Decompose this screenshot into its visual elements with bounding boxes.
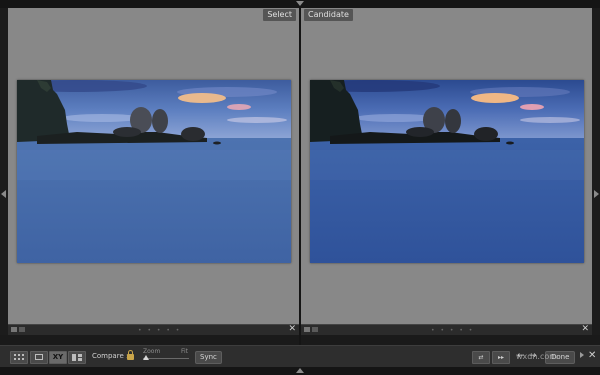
select-label: Select <box>263 9 296 21</box>
top-panel-toggle-icon[interactable] <box>296 1 304 6</box>
candidate-pane[interactable]: Candidate • • • • • ✕ <box>301 8 592 335</box>
swap-button[interactable]: ⇄ <box>472 351 490 364</box>
select-photo[interactable] <box>17 80 291 263</box>
pane-flag-icon[interactable] <box>304 327 310 332</box>
toolbar-menu-icon[interactable] <box>580 352 584 358</box>
pane-rating-icon[interactable] <box>19 327 25 332</box>
compare-label: Compare : <box>92 352 129 360</box>
grid-view-icon <box>14 354 24 361</box>
compare-view-button[interactable]: XY <box>49 351 67 364</box>
zoom-slider-track[interactable] <box>143 358 189 359</box>
select-pane[interactable]: Select • • • • • ✕ <box>8 8 299 335</box>
select-pane-footer: • • • • • ✕ <box>8 324 299 335</box>
survey-view-icon <box>72 354 82 361</box>
close-icon[interactable]: ✕ <box>288 324 296 335</box>
make-select-button[interactable]: ▸▸ <box>492 351 510 364</box>
candidate-photo[interactable] <box>310 80 584 263</box>
make-select-icon: ▸▸ <box>497 354 505 361</box>
lock-icon[interactable] <box>127 350 134 361</box>
bottom-panel-strip <box>0 367 600 375</box>
swap-icon: ⇄ <box>478 354 484 361</box>
candidate-label: Candidate <box>304 9 353 21</box>
candidate-pane-footer: • • • • • ✕ <box>301 324 592 335</box>
zoom-label: Zoom <box>143 348 161 355</box>
lock-body <box>127 354 134 360</box>
close-icon[interactable]: ✕ <box>581 324 589 335</box>
pane-rating-stars-icon[interactable]: • • • • • <box>138 327 181 334</box>
close-icon[interactable]: ✕ <box>588 349 596 363</box>
zoom-slider-thumb[interactable] <box>143 355 149 360</box>
bottom-panel-toggle-icon[interactable] <box>296 368 304 373</box>
left-panel-strip <box>0 8 8 335</box>
left-panel-toggle-icon[interactable] <box>1 190 6 198</box>
watermark: wxdn.com <box>516 352 558 361</box>
loupe-view-icon <box>35 354 43 360</box>
top-panel-strip <box>0 0 600 8</box>
right-panel-toggle-icon[interactable] <box>594 190 599 198</box>
loupe-view-button[interactable] <box>30 351 48 364</box>
grid-view-button[interactable] <box>10 351 28 364</box>
pane-rating-icon[interactable] <box>312 327 318 332</box>
pane-rating-stars-icon[interactable]: • • • • • <box>431 327 474 334</box>
survey-view-button[interactable] <box>68 351 86 364</box>
fit-label: Fit <box>181 348 189 355</box>
right-panel-strip <box>592 8 600 335</box>
sync-button[interactable]: Sync <box>195 351 222 364</box>
pane-flag-icon[interactable] <box>11 327 17 332</box>
toolbar: XY Compare : Zoom Fit Sync ⇄ ▸▸ ← → Done… <box>0 345 600 368</box>
